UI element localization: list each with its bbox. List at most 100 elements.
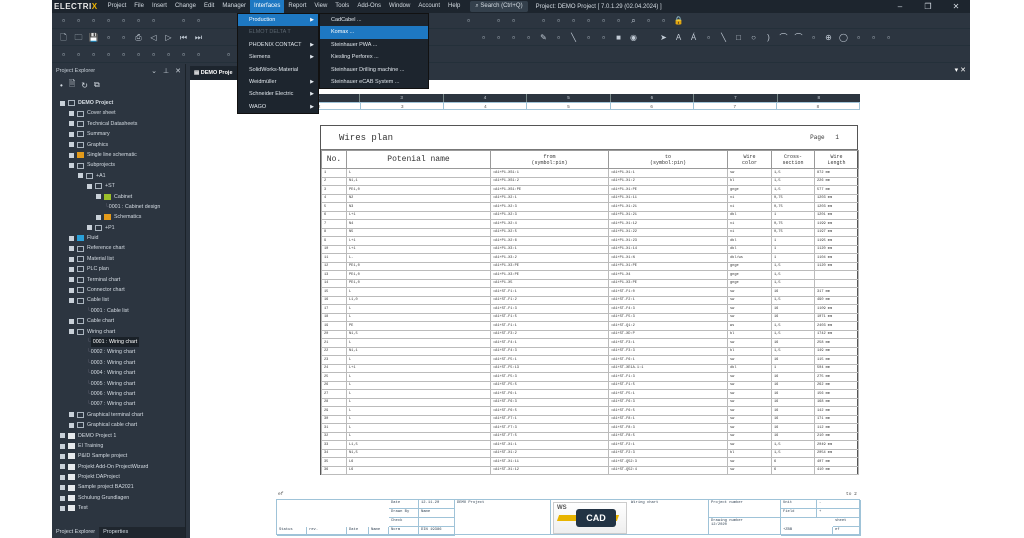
plug-icon[interactable]: ▫ xyxy=(508,15,519,26)
new-page-icon[interactable]: 🗎 xyxy=(69,78,75,92)
tree-item[interactable]: Schematics xyxy=(52,212,185,222)
menu-file[interactable]: File xyxy=(130,0,148,13)
table-row[interactable]: 12 PE1,0 =A1+P1-X3:PE =A1+P1-X1:PE gnge 1,5 11… xyxy=(321,261,859,271)
table-row[interactable]: 25 L =A1+ST-F5:3 =A1+ST-F1:3 sw 16 275 mm xyxy=(321,372,859,382)
table-row[interactable]: 36 L6 =A1+ST-X1:12 =A1+ST-Q52:4 sw 6 410 mm xyxy=(321,465,859,475)
table-row[interactable]: 24 L+1 =A1+ST-F5:13 =A1+ST-XE1A.1:1 dbl 1 504 … xyxy=(321,363,859,373)
bulb-icon[interactable]: ▫ xyxy=(178,15,189,26)
expand-toggle-icon[interactable] xyxy=(69,152,74,158)
tree-item[interactable]: └ 0003 : Wiring chart xyxy=(52,358,185,368)
menu-item-steinhauer-pwa[interactable]: Steinhauer PWA ... xyxy=(320,39,428,51)
copy-icon[interactable]: ⧉ xyxy=(94,80,100,90)
tree-item[interactable]: Projekt Add-On ProjectWizard xyxy=(52,462,185,472)
table-row[interactable]: 5 N3 =A1+P1-X2:3 =A1+P1-X1:21 vi 0,75 1203 mm xyxy=(321,202,859,212)
grid-icon[interactable]: ▫ xyxy=(58,49,69,60)
expand-toggle-icon[interactable] xyxy=(69,235,74,241)
menu-add-ons[interactable]: Add-Ons xyxy=(353,0,385,13)
tree-item[interactable]: Cable chart xyxy=(52,316,185,326)
restore-icon[interactable]: ❐ xyxy=(914,0,942,13)
close-icon[interactable]: ✕ xyxy=(175,67,181,75)
table-row[interactable]: 33 L1,5 =A1+ST-X1:1 =A1+ST-F2:1 sw 1,5 2049 mm xyxy=(321,440,859,450)
expand-toggle-icon[interactable] xyxy=(69,121,74,127)
table-row[interactable]: 21 L =A1+ST-F4:1 =A1+ST-F3:1 sw 16 258 mm xyxy=(321,338,859,348)
tree-item[interactable]: └ 0007 : Wiring chart xyxy=(52,399,185,409)
menu-item-weidm-ller[interactable]: Weidmüller ▶ xyxy=(238,76,318,88)
menu-item-komax[interactable]: Komax ... xyxy=(320,26,428,39)
list2-icon[interactable]: ▫ xyxy=(163,49,174,60)
expand-toggle-icon[interactable] xyxy=(69,111,74,117)
prev-icon[interactable]: ◁ xyxy=(148,32,159,43)
tree-item[interactable]: └ 0004 : Wiring chart xyxy=(52,368,185,378)
expand-toggle-icon[interactable] xyxy=(69,246,74,252)
fill-color-icon[interactable]: ▫ xyxy=(598,32,609,43)
open-icon[interactable]: 🗀 xyxy=(73,32,84,43)
image-icon[interactable]: ▫ xyxy=(703,32,714,43)
menu-tools[interactable]: Tools xyxy=(331,0,353,13)
menu-change[interactable]: Change xyxy=(171,0,200,13)
expand-toggle-icon[interactable] xyxy=(96,194,101,200)
table-row[interactable]: 7 N4 =A1+P1-X2:4 =A1+P1-X1:12 vi 0,75 1199 mm xyxy=(321,219,859,229)
user-icon[interactable]: ▫ xyxy=(58,15,69,26)
tree-item[interactable]: +A1 xyxy=(52,171,185,181)
menu-account[interactable]: Account xyxy=(414,0,444,13)
arrow-icon[interactable]: ▫ xyxy=(88,15,99,26)
expand-toggle-icon[interactable] xyxy=(69,163,74,169)
export-icon[interactable]: ▫ xyxy=(853,32,864,43)
fill-icon[interactable]: ▫ xyxy=(583,32,594,43)
menu-item-steinhauer-ecab-system[interactable]: Steinhauer eCAB System ... xyxy=(320,76,428,88)
line-icon[interactable]: ╲ xyxy=(568,32,579,43)
tree-item[interactable]: Summary xyxy=(52,129,185,139)
chevron-icon[interactable]: ▫ xyxy=(133,49,144,60)
table-row[interactable]: 17 L =A1+ST-F1:3 =A1+ST-F4:3 sw 16 1109 mm xyxy=(321,304,859,314)
tab-project-explorer[interactable]: Project Explorer xyxy=(52,527,100,538)
tree-item[interactable]: Fluid xyxy=(52,233,185,243)
table-row[interactable]: 1 L =A1+P1-XS1:1 =A1+P1-X1:1 sw 1,5 872 mm xyxy=(321,168,859,178)
tree-item[interactable]: Material list xyxy=(52,254,185,264)
refresh-icon[interactable]: ↻ xyxy=(81,81,88,90)
export-icon[interactable]: ▫ xyxy=(658,15,669,26)
menu-report[interactable]: Report xyxy=(284,0,310,13)
line-color-icon[interactable]: ▫ xyxy=(553,32,564,43)
arc-icon[interactable]: ) xyxy=(763,32,774,43)
menu-item-cadcabel[interactable]: CadCabel ... xyxy=(320,14,428,26)
table-row[interactable]: 10 L+1 =A1+P1-X3:1 =A1+P1-X1:14 dbl 1 1120 mm xyxy=(321,244,859,254)
tree-item[interactable]: DEMO Project xyxy=(52,98,185,108)
menu-item-production[interactable]: Production ▶ xyxy=(238,14,318,27)
expand-toggle-icon[interactable] xyxy=(60,464,65,470)
board-icon[interactable]: ▫ xyxy=(193,15,204,26)
circle-icon[interactable]: ○ xyxy=(748,32,759,43)
box-icon[interactable]: ▫ xyxy=(523,32,534,43)
menu-view[interactable]: View xyxy=(310,0,331,13)
tree-item[interactable]: └ 0006 : Wiring chart xyxy=(52,389,185,399)
tree-item[interactable]: Graphical terminal chart xyxy=(52,410,185,420)
list-icon[interactable]: ▫ xyxy=(148,49,159,60)
graph-icon[interactable]: ▫ xyxy=(223,49,234,60)
text-attr-icon[interactable]: Á xyxy=(688,32,699,43)
table-row[interactable]: 8 N5 =A1+P1-X2:5 =A1+P1-X1:22 vi 0,75 1197 mm xyxy=(321,227,859,237)
save-icon[interactable]: 💾 xyxy=(88,32,99,43)
expand-toggle-icon[interactable] xyxy=(60,505,65,511)
pin-icon[interactable]: ▫ xyxy=(493,32,504,43)
rect-icon[interactable]: □ xyxy=(733,32,744,43)
menu-insert[interactable]: Insert xyxy=(148,0,171,13)
expand-toggle-icon[interactable] xyxy=(69,318,74,324)
tree-item[interactable]: Cable list xyxy=(52,295,185,305)
table-row[interactable]: 34 N1,5 =A1+ST-X1:2 =A1+ST-F2:3 bl 1,5 2054 mm xyxy=(321,448,859,458)
search-box[interactable]: ⌕ Search (Ctrl+Q) xyxy=(470,1,528,12)
tab-properties[interactable]: Properties xyxy=(99,527,132,538)
tree-item[interactable]: Single line schematic xyxy=(52,150,185,160)
pin-icon[interactable]: ⊥ xyxy=(163,67,169,75)
table-row[interactable]: 32 L =A1+ST-F7:5 =A1+ST-F8:5 sw 16 210 mm xyxy=(321,431,859,441)
tree-item[interactable]: Subprojects xyxy=(52,160,185,170)
tree-item[interactable]: Technical Datasheets xyxy=(52,119,185,129)
cable-icon[interactable]: ▫ xyxy=(598,15,609,26)
menu-project[interactable]: Project xyxy=(104,0,131,13)
tree-item[interactable]: Wiring chart xyxy=(52,327,185,337)
table-row[interactable]: 30 L =A1+ST-F7:1 =A1+ST-F8:1 sw 16 171 mm xyxy=(321,414,859,424)
expand-toggle-icon[interactable] xyxy=(60,433,65,439)
table-row[interactable]: 26 L =A1+ST-F5:5 =A1+ST-F1:5 sw 16 262 mm xyxy=(321,380,859,390)
expand-toggle-icon[interactable] xyxy=(69,298,74,304)
tree-item[interactable]: └ 0002 : Wiring chart xyxy=(52,347,185,357)
tree-item[interactable]: Test xyxy=(52,503,185,513)
print-icon[interactable]: ⎙ xyxy=(133,32,144,43)
